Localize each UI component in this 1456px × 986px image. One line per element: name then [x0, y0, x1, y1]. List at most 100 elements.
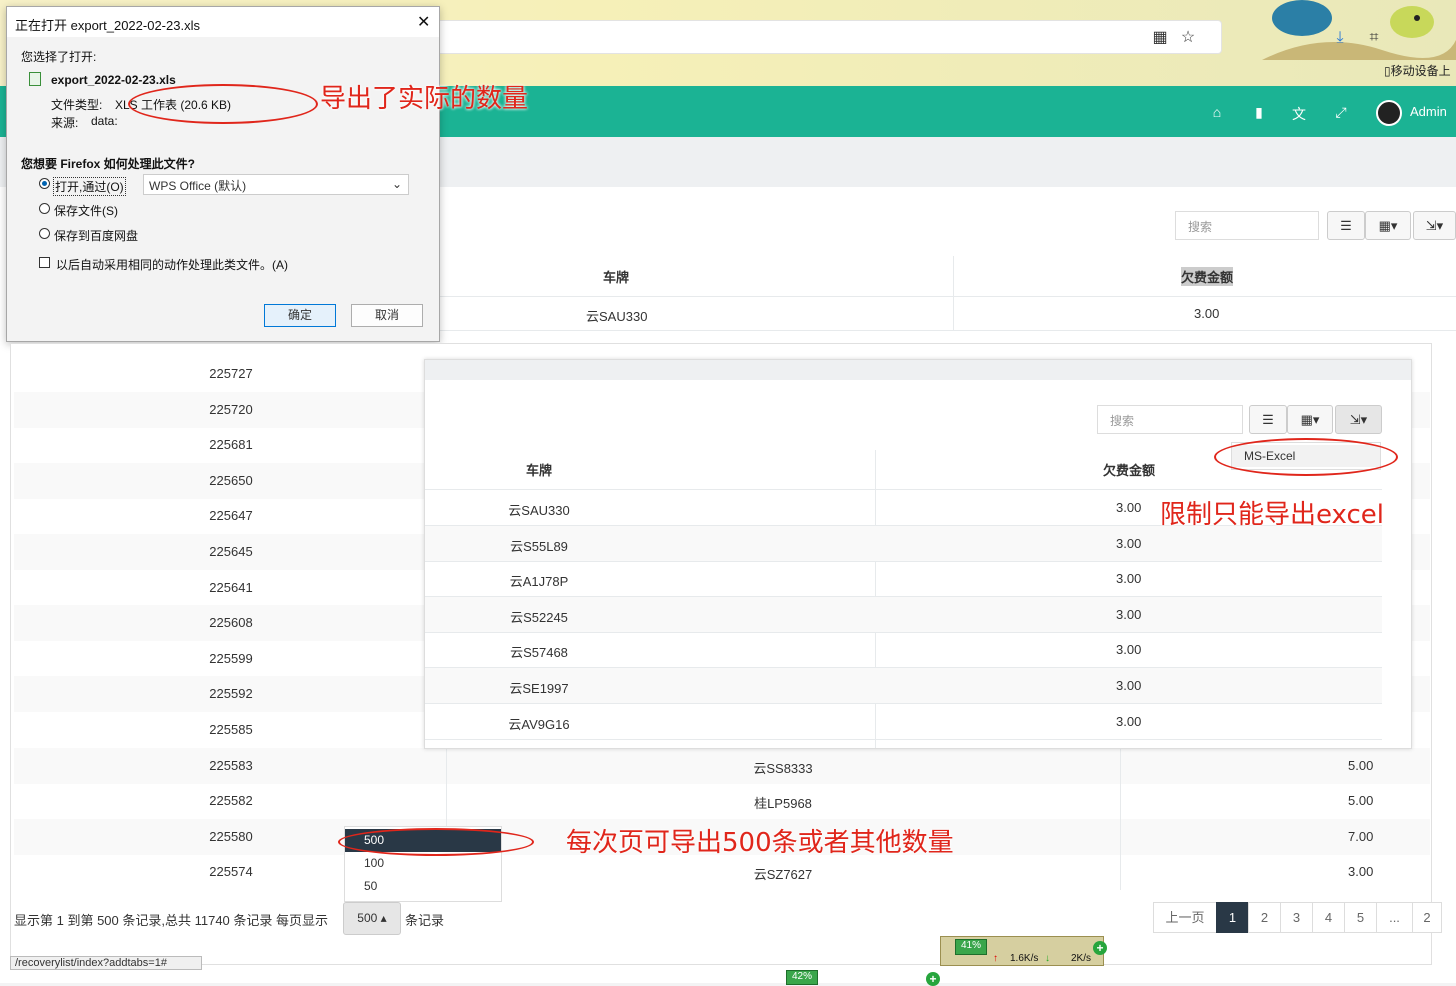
- row-amount: 3.00: [1116, 571, 1142, 586]
- row-id: 225645: [209, 544, 253, 559]
- status-url: /recoverylist/index?addtabs=1#: [10, 956, 202, 970]
- dialog-title: 正在打开 export_2022-02-23.xls: [15, 18, 200, 33]
- phone-icon: ▯: [1384, 64, 1391, 78]
- user-name[interactable]: Admin: [1410, 104, 1447, 119]
- save-file-radio[interactable]: [39, 203, 50, 214]
- qr-code-icon[interactable]: ▦: [1150, 28, 1170, 48]
- overlay-export-button[interactable]: ⇲▾: [1335, 405, 1382, 434]
- star-icon[interactable]: ☆: [1178, 28, 1198, 48]
- page-size-value: 500: [357, 911, 378, 925]
- mobile-device-link[interactable]: ▯移动设备上: [1384, 62, 1451, 79]
- page-5-button[interactable]: 5: [1344, 902, 1377, 933]
- xls-file-icon: [29, 72, 41, 86]
- table-row[interactable]: 云SE1997 3.00: [425, 668, 1382, 704]
- column-divider: [1120, 748, 1121, 890]
- table-row[interactable]: 云S55L89 3.00: [425, 526, 1382, 562]
- table-row[interactable]: 云A1J78P 3.00: [425, 561, 1382, 597]
- plus-icon[interactable]: +: [1093, 941, 1107, 955]
- row-plate: 云SS8333: [753, 761, 813, 776]
- open-with-radio[interactable]: [39, 178, 50, 189]
- home-icon[interactable]: ⌂: [1208, 104, 1226, 120]
- open-with-label[interactable]: 打开,通过(O): [53, 177, 126, 196]
- row-id: 225641: [209, 580, 253, 595]
- row-id: 225650: [209, 473, 253, 488]
- list-icon: ☰: [1340, 218, 1352, 233]
- row-amount: 3.00: [1116, 500, 1142, 515]
- pagination-suffix: 条记录: [405, 913, 445, 928]
- row-amount: 5.00: [1348, 793, 1374, 808]
- open-app-select[interactable]: WPS Office (默认) ⌄: [143, 174, 409, 195]
- download-speed: 2K/s: [1071, 953, 1092, 964]
- dialog-titlebar: 正在打开 export_2022-02-23.xls ✕: [7, 7, 439, 37]
- highlight-ellipse: [128, 84, 318, 124]
- download-dialog: 正在打开 export_2022-02-23.xls ✕ 您选择了打开: exp…: [6, 6, 440, 342]
- row-amount: 3.00: [1116, 642, 1142, 657]
- row-id: 225585: [209, 722, 253, 737]
- row-id: 225582: [209, 793, 253, 808]
- column-header-plate[interactable]: 车牌: [603, 267, 629, 286]
- auto-action-checkbox[interactable]: [39, 257, 50, 268]
- table-row[interactable]: 225574 云SZ7627 3.00: [14, 854, 1430, 890]
- auto-action-label[interactable]: 以后自动采用相同的动作处理此类文件。(A): [56, 256, 288, 273]
- chevron-down-icon: ⌄: [391, 177, 402, 191]
- save-file-label[interactable]: 保存文件(S): [54, 202, 118, 219]
- row-divider: [440, 330, 1456, 331]
- crop-icon[interactable]: ⌗: [1364, 28, 1384, 48]
- export-button[interactable]: ⇲▾: [1413, 211, 1456, 240]
- table-row[interactable]: 225582 桂LP5968 5.00: [14, 783, 1430, 819]
- overlay-search-input[interactable]: 搜索: [1097, 405, 1243, 434]
- row-id: 225592: [209, 686, 253, 701]
- open-app-value: WPS Office (默认): [149, 179, 247, 193]
- url-bar[interactable]: [420, 20, 1222, 54]
- toggle-view-button[interactable]: ☰: [1327, 211, 1365, 240]
- cancel-button[interactable]: 取消: [351, 304, 423, 327]
- page-2-button[interactable]: 2: [1248, 902, 1281, 933]
- save-baidu-label[interactable]: 保存到百度网盘: [54, 227, 138, 244]
- overlay-column-plate[interactable]: 车牌: [526, 460, 552, 479]
- page-size-button[interactable]: 500 ▴: [343, 902, 401, 935]
- table-row[interactable]: 云S57468 3.00: [425, 632, 1382, 668]
- fullscreen-icon[interactable]: ⤢: [1332, 104, 1350, 121]
- highlight-ellipse: [1214, 438, 1398, 476]
- overlay-toggle-view-button[interactable]: ☰: [1249, 405, 1287, 434]
- page-1-button[interactable]: 1: [1216, 902, 1249, 933]
- prev-page-button[interactable]: 上一页: [1153, 902, 1217, 933]
- back-row-plate: 云SAU330: [586, 309, 648, 324]
- page-last-button[interactable]: 2: [1412, 902, 1442, 933]
- avatar[interactable]: [1376, 100, 1402, 126]
- trash-icon[interactable]: ▮: [1250, 104, 1268, 121]
- row-id: 225681: [209, 437, 253, 452]
- row-amount: 3.00: [1116, 536, 1142, 551]
- row-plate: 云AV9G16: [508, 717, 570, 732]
- download-icon[interactable]: ⤓: [1330, 28, 1350, 48]
- row-id: 225720: [209, 402, 253, 417]
- page-3-button[interactable]: 3: [1280, 902, 1313, 933]
- row-plate: 桂LP5968: [754, 796, 812, 811]
- row-plate: 云A1J78P: [509, 574, 569, 589]
- overlay-column-amount[interactable]: 欠费金额: [1103, 460, 1155, 479]
- pagination-summary: 显示第 1 到第 500 条记录,总共 11740 条记录 每页显示: [14, 913, 328, 928]
- row-amount: 3.00: [1348, 864, 1374, 879]
- table-row[interactable]: 225583 云SS8333 5.00: [14, 748, 1430, 784]
- columns-button[interactable]: ▦▾: [1365, 211, 1411, 240]
- search-input[interactable]: 搜索: [1175, 211, 1319, 240]
- row-plate: 云SZ7627: [753, 867, 813, 882]
- header-divider: [440, 296, 1456, 297]
- page-4-button[interactable]: 4: [1312, 902, 1345, 933]
- row-amount: 7.00: [1348, 829, 1374, 844]
- overlay-columns-button[interactable]: ▦▾: [1287, 405, 1333, 434]
- save-baidu-radio[interactable]: [39, 228, 50, 239]
- chosen-label: 您选择了打开:: [21, 50, 97, 64]
- row-id: 225647: [209, 508, 253, 523]
- close-icon[interactable]: ✕: [417, 12, 430, 32]
- ok-button[interactable]: 确定: [264, 304, 336, 327]
- language-icon[interactable]: 文: [1290, 104, 1308, 124]
- table-row[interactable]: 云S52245 3.00: [425, 597, 1382, 633]
- table-row[interactable]: 云AV9G16 3.00: [425, 704, 1382, 740]
- row-amount: 5.00: [1348, 758, 1374, 773]
- plus-icon[interactable]: +: [926, 972, 940, 986]
- page-size-option[interactable]: 50: [345, 875, 501, 898]
- network-speed-widget: 41% ↑ 1.6K/s ↓ 2K/s: [940, 936, 1104, 966]
- page-ellipsis: ...: [1376, 902, 1413, 933]
- column-header-amount[interactable]: 欠费金额: [1181, 267, 1234, 286]
